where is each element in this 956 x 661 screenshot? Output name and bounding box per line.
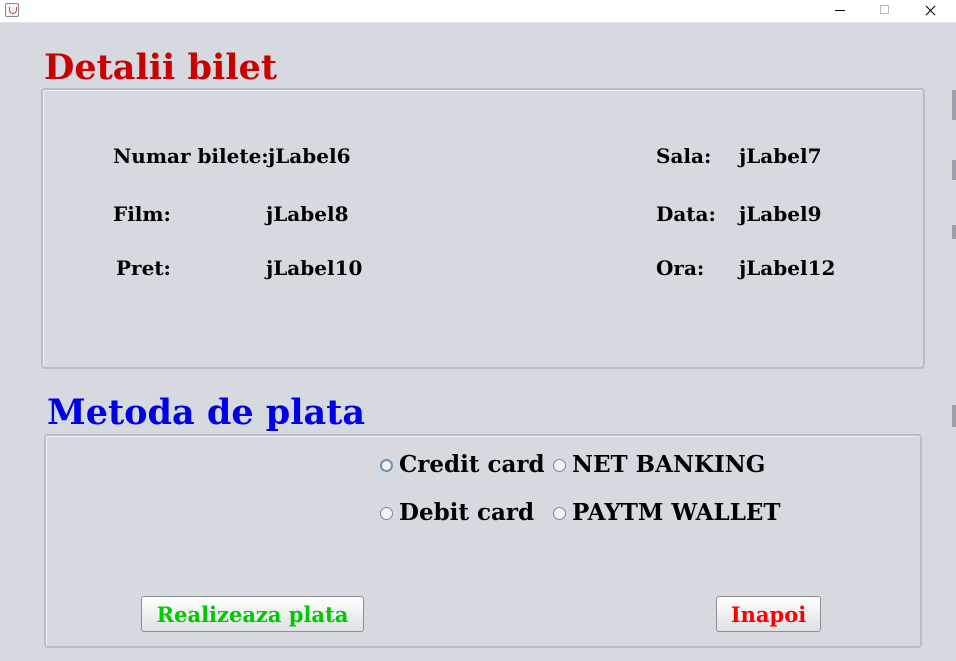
pay-button[interactable]: Realizeaza plata	[141, 596, 364, 632]
price-value: jLabel10	[266, 256, 363, 280]
radio-paytm-wallet-label: PAYTM WALLET	[572, 499, 781, 526]
hall-label: Sala:	[656, 144, 712, 168]
radio-indicator-icon	[553, 506, 566, 520]
radio-credit-card[interactable]: Credit card	[380, 451, 545, 479]
radio-indicator-icon	[380, 506, 393, 520]
radio-net-banking-label: NET BANKING	[572, 451, 766, 478]
ticket-count-value: jLabel6	[268, 144, 351, 168]
background-window-edge	[952, 405, 956, 427]
price-label: Pret:	[116, 256, 171, 280]
details-panel	[41, 88, 925, 369]
background-window-edge	[952, 160, 956, 180]
radio-debit-card-label: Debit card	[399, 499, 535, 526]
window-titlebar	[0, 0, 956, 23]
radio-debit-card[interactable]: Debit card	[380, 499, 534, 527]
date-label: Data:	[656, 202, 716, 226]
hall-value: jLabel7	[739, 144, 822, 168]
radio-indicator-icon	[380, 458, 393, 472]
radio-net-banking[interactable]: NET BANKING	[553, 451, 765, 479]
java-cup-icon	[5, 3, 19, 17]
film-value: jLabel8	[266, 202, 349, 226]
time-label: Ora:	[656, 256, 705, 280]
radio-indicator-icon	[553, 458, 566, 472]
maximize-button[interactable]	[862, 0, 908, 22]
date-value: jLabel9	[739, 202, 822, 226]
radio-paytm-wallet[interactable]: PAYTM WALLET	[553, 499, 781, 527]
film-label: Film:	[113, 202, 171, 226]
details-title: Detalii bilet	[44, 47, 278, 88]
background-window-edge	[952, 90, 956, 120]
back-button[interactable]: Inapoi	[716, 596, 821, 632]
time-value: jLabel12	[739, 256, 836, 280]
minimize-button[interactable]	[817, 0, 863, 22]
ticket-count-label: Numar bilete:	[113, 144, 269, 168]
close-button[interactable]	[907, 0, 953, 22]
payment-title: Metoda de plata	[47, 392, 366, 433]
background-window-edge	[952, 225, 956, 239]
radio-credit-card-label: Credit card	[399, 451, 545, 478]
